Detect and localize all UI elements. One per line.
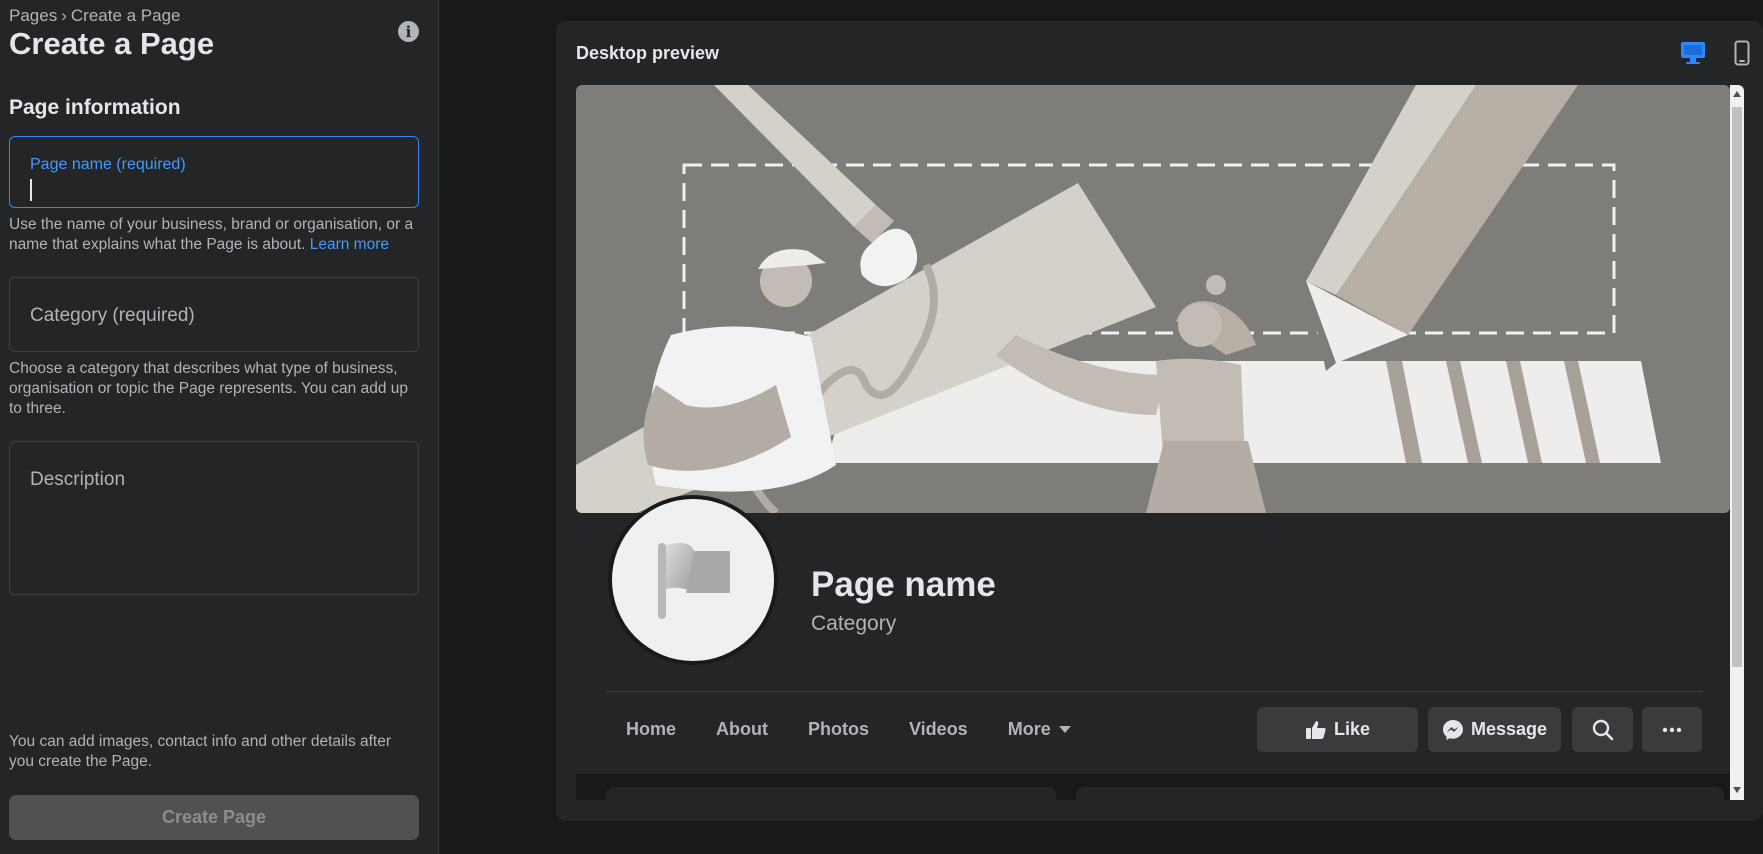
preview-scrollbar[interactable] (1730, 85, 1744, 800)
tabs-divider (606, 691, 1703, 692)
tab-home[interactable]: Home (606, 719, 696, 740)
tab-about[interactable]: About (696, 719, 788, 740)
category-help: Choose a category that describes what ty… (9, 360, 408, 417)
page-avatar (608, 495, 778, 665)
flag-icon (658, 543, 730, 619)
tab-more[interactable]: More (988, 719, 1091, 740)
lower-card-right (1076, 787, 1724, 800)
description-placeholder: Description (30, 469, 126, 490)
description-input[interactable]: Description (9, 441, 419, 595)
page-preview-card: Page name Category Home About Photos Vid… (576, 85, 1744, 774)
ellipsis-icon (1662, 727, 1682, 732)
more-options-button[interactable] (1642, 707, 1702, 752)
preview-page-name: Page name (811, 565, 996, 604)
like-button[interactable]: Like (1257, 707, 1418, 752)
message-label: Message (1470, 719, 1548, 739)
text-cursor (30, 179, 32, 201)
preview-title: Desktop preview (576, 43, 720, 63)
section-title: Page information (9, 96, 181, 119)
breadcrumb-pages[interactable]: Pages (9, 6, 57, 25)
page-name-help: Use the name of your business, brand or … (9, 215, 424, 255)
breadcrumb-current: Create a Page (70, 6, 181, 25)
mobile-icon[interactable] (1734, 40, 1750, 66)
page-name-input[interactable]: Page name (required) (9, 136, 419, 208)
breadcrumb-separator: › (61, 6, 67, 25)
scroll-down-arrow-icon[interactable] (1733, 787, 1741, 793)
page-tabs: Home About Photos Videos More (606, 707, 1091, 752)
preview-viewport: Page name Category Home About Photos Vid… (576, 85, 1744, 800)
like-label: Like (1333, 719, 1371, 739)
breadcrumb: Pages › Create a Page (9, 6, 181, 26)
page-title: Create a Page (9, 26, 215, 61)
create-page-button[interactable]: Create Page (9, 795, 419, 840)
learn-more-link[interactable]: Learn more (310, 236, 389, 253)
cover-illustration (576, 85, 1730, 513)
cover-photo (576, 85, 1730, 513)
messenger-icon (1442, 719, 1463, 740)
search-button[interactable] (1572, 707, 1633, 752)
thumbs-up-icon (1305, 720, 1326, 739)
message-button[interactable]: Message (1428, 707, 1561, 752)
tab-photos[interactable]: Photos (788, 719, 889, 740)
scroll-up-arrow-icon[interactable] (1733, 91, 1741, 97)
desktop-icon[interactable] (1680, 41, 1706, 65)
preview-category: Category (811, 612, 897, 635)
category-input[interactable]: Category (required) (9, 277, 419, 352)
desktop-preview-panel: Desktop preview Page name Category Home … (556, 21, 1763, 821)
tab-videos[interactable]: Videos (889, 719, 988, 740)
lower-card-left (606, 787, 1056, 800)
create-page-sidebar: Pages › Create a Page Create a Page i Page… (0, 0, 439, 854)
search-icon (1592, 719, 1613, 740)
footer-note: You can add images, contact info and oth… (9, 733, 392, 770)
tab-more-label: More (1007, 719, 1051, 739)
category-placeholder: Category (required) (30, 305, 195, 326)
page-name-label: Page name (required) (30, 156, 186, 173)
scroll-thumb[interactable] (1732, 107, 1742, 667)
info-icon[interactable]: i (398, 21, 419, 42)
caret-down-icon (1058, 726, 1071, 733)
